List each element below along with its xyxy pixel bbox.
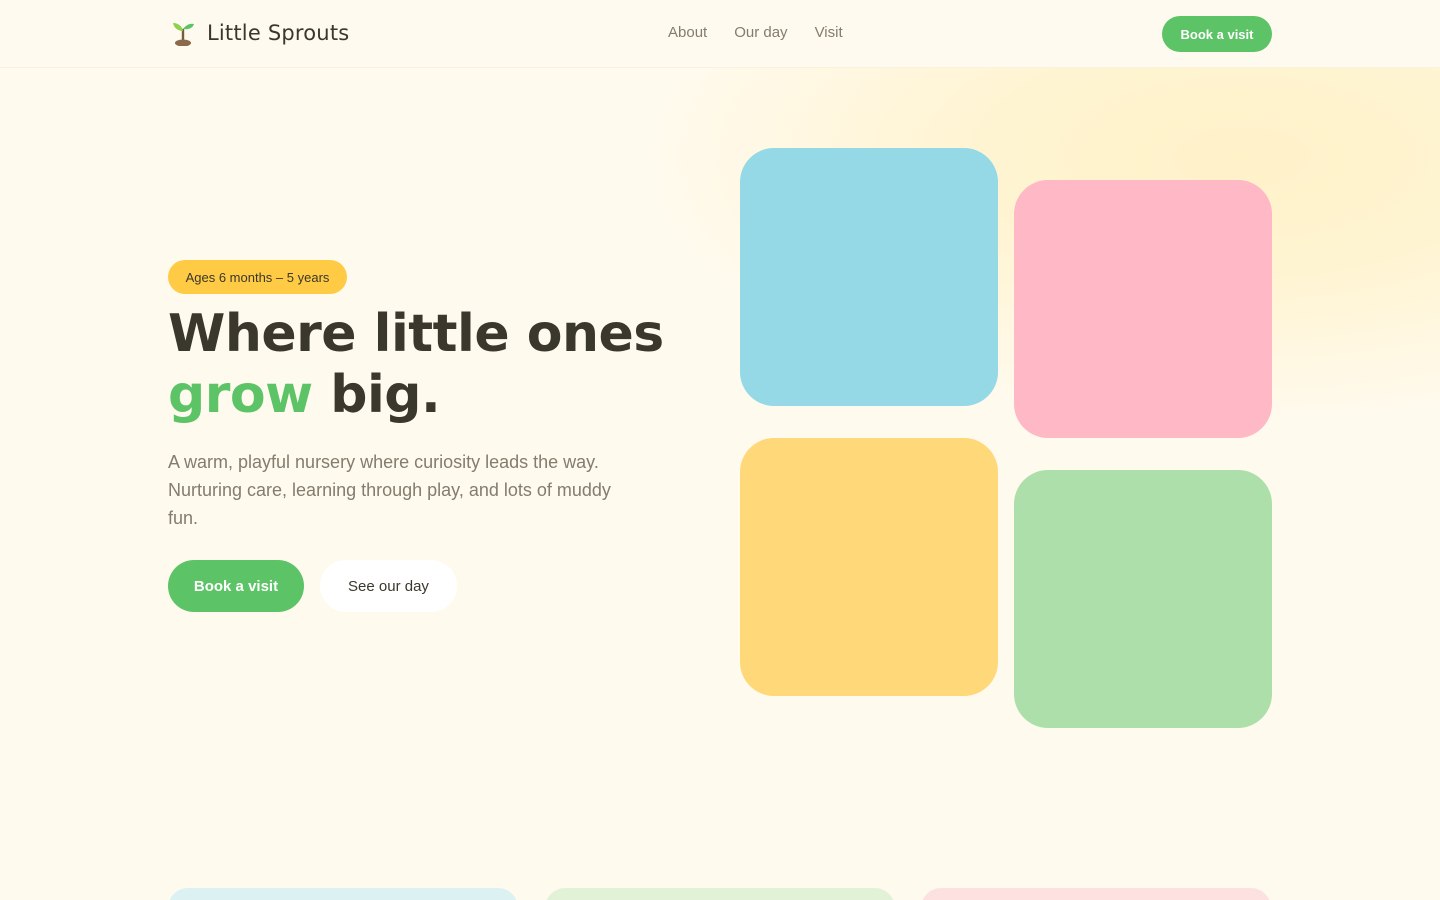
feature-card xyxy=(168,888,518,900)
book-visit-button[interactable]: Book a visit xyxy=(168,560,304,612)
hero-headline: Where little ones grow big. xyxy=(168,304,688,426)
age-range-badge: Ages 6 months – 5 years xyxy=(168,260,347,294)
see-our-day-button[interactable]: See our day xyxy=(320,560,457,612)
site-header: Little Sprouts About Our day Visit Book … xyxy=(0,0,1440,68)
hero-description: A warm, playful nursery where curiosity … xyxy=(168,452,611,528)
nav-link-visit[interactable]: Visit xyxy=(815,24,843,41)
tile-green xyxy=(1014,470,1272,728)
header-book-visit-button[interactable]: Book a visit xyxy=(1162,16,1272,52)
headline-accent-word: grow xyxy=(168,365,313,425)
background-glow xyxy=(560,40,1440,460)
nav-link-our-day[interactable]: Our day xyxy=(734,24,787,41)
brand-name: Little Sprouts xyxy=(207,21,350,45)
main-nav: About Our day Visit xyxy=(668,24,843,41)
tile-pink xyxy=(1014,180,1272,438)
tile-blue xyxy=(740,148,998,406)
page: Little Sprouts About Our day Visit Book … xyxy=(0,0,1440,900)
sprout-icon xyxy=(173,23,194,46)
brand[interactable]: Little Sprouts xyxy=(170,17,349,49)
feature-card xyxy=(921,888,1271,900)
feature-card xyxy=(545,888,895,900)
tile-yellow xyxy=(740,438,998,696)
nav-link-about[interactable]: About xyxy=(668,24,707,41)
headline-line-1: Where little ones xyxy=(168,304,664,364)
headline-ending: big. xyxy=(312,365,441,425)
